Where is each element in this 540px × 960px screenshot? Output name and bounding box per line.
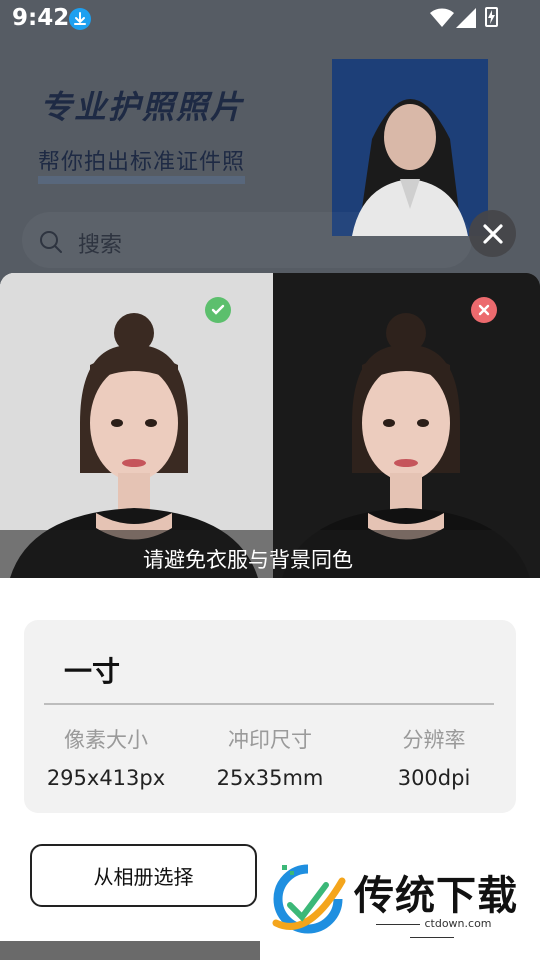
spec-divider	[44, 703, 494, 705]
spec-pixel-size: 像素大小 295x413px	[26, 724, 186, 790]
spec-resolution: 分辨率 300dpi	[354, 724, 514, 790]
status-bar: 9:42	[0, 0, 540, 38]
bottom-bar	[0, 941, 260, 960]
search-icon	[40, 231, 62, 253]
spec-label: 像素大小	[64, 728, 148, 752]
search-placeholder: 搜索	[78, 233, 123, 258]
wifi-icon	[430, 8, 454, 27]
banner-subtitle: 帮你拍出标准证件照	[38, 150, 246, 184]
cross-icon	[471, 297, 497, 323]
spec-card: 一寸 像素大小 295x413px 冲印尺寸 25x35mm 分辨率 300dp…	[24, 620, 516, 813]
close-icon	[482, 223, 503, 244]
watermark-brand: 传统下载	[354, 873, 518, 919]
signal-icon	[456, 8, 476, 28]
battery-icon	[485, 7, 498, 27]
spec-title: 一寸	[64, 655, 121, 688]
example-comparison: 请避免衣服与背景同色	[0, 273, 540, 578]
photo-spec-sheet: 请避免衣服与背景同色 一寸 像素大小 295x413px 冲印尺寸 25x35m…	[0, 273, 540, 960]
status-time: 9:42	[12, 5, 70, 31]
close-button[interactable]	[469, 210, 516, 257]
caption-text: 请避免衣服与背景同色	[143, 548, 353, 572]
download-icon	[69, 8, 91, 30]
search-bar[interactable]: 搜索	[22, 212, 472, 268]
spec-label: 冲印尺寸	[228, 728, 312, 752]
watermark-url: ctdown.com	[354, 917, 510, 943]
check-icon	[205, 297, 231, 323]
watermark: 传统下载 ctdown.com	[268, 861, 518, 941]
spec-value: 25x35mm	[216, 766, 324, 790]
choose-from-album-button[interactable]: 从相册选择	[30, 844, 257, 907]
banner-portrait-image	[332, 59, 488, 236]
spec-print-size: 冲印尺寸 25x35mm	[190, 724, 350, 790]
banner-title: 专业护照照片	[40, 88, 245, 126]
spec-value: 295x413px	[46, 766, 166, 790]
spec-value: 300dpi	[397, 766, 471, 790]
watermark-logo-icon	[272, 864, 346, 934]
spec-label: 分辨率	[402, 728, 466, 752]
